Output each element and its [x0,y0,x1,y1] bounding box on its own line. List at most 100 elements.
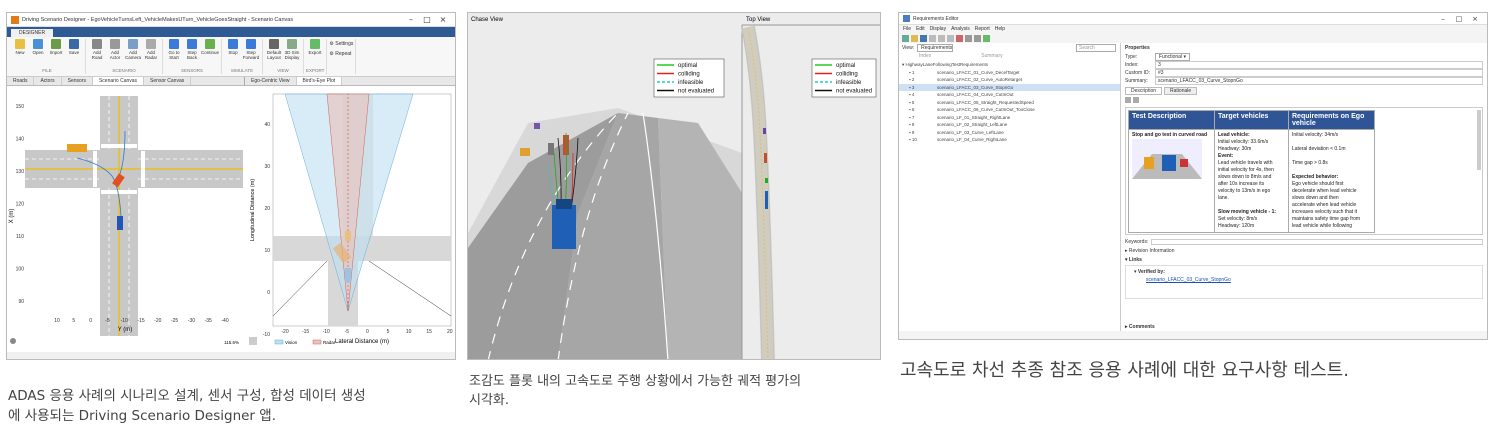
verification-link[interactable]: scenario_LFACC_03_Curve_StopnGo [1134,277,1474,283]
ego-requirements-line: maintains safety time gap from [1292,216,1361,222]
maximize-icon[interactable]: □ [1451,15,1467,23]
tab-ego-centric-view[interactable]: Ego-Centric View [245,77,297,85]
tree-item[interactable]: ▪ 1 scenario_LFACC_01_Curve_DecelTarget [899,69,1120,77]
import-icon [51,39,61,49]
tree-item[interactable]: ▪ 7 scenario_LF_01_Straight_RightLane [899,114,1120,122]
tool-button-add-radar[interactable]: Add Radar [142,39,160,68]
revision-section[interactable]: ▸ Revision Information [1125,247,1483,256]
tab-roads[interactable]: Roads [7,77,35,85]
tool-button-continue[interactable]: Continue [201,39,219,68]
export-icon [310,39,320,49]
properties-header[interactable]: Properties [1125,45,1483,53]
tree-item[interactable]: ▪ 10 scenario_LF_04_Curve_RightLane [899,136,1120,144]
settings-item-settings[interactable]: ⚙ Settings [329,41,353,47]
tab-bird-s-eye-plot[interactable]: Bird's-Eye Plot [296,77,343,85]
format-icon[interactable] [1133,97,1139,103]
tool-button-import[interactable]: Import [47,39,65,68]
chase-view-title: Chase View [471,17,504,23]
maximize-icon[interactable]: □ [419,15,435,24]
close-icon[interactable]: × [435,15,451,24]
tree-item[interactable]: ▪ 4 scenario_LFACC_04_Curve_CutInOut [899,91,1120,99]
3d-sim-display-icon [287,39,297,49]
settings-gear-icon[interactable] [10,338,16,344]
tool-button-step-forward[interactable]: Step Forward [242,39,260,68]
menu-edit[interactable]: Edit [916,26,925,32]
tab-actors[interactable]: Actors [34,77,62,85]
paste-icon[interactable] [947,34,954,42]
tree-item[interactable]: ▪ 6 scenario_LFACC_06_Curve_CutInOut_TooC… [899,106,1120,114]
view-select[interactable]: Requirements [917,44,954,52]
open-icon[interactable] [911,34,918,42]
tab-description[interactable]: Description [1125,87,1163,95]
prop-value[interactable]: #3 [1155,69,1483,77]
tool-button-new[interactable]: New [11,39,29,68]
trajectory-visualization-screenshot: Chase View optimal colliding infeasible … [467,12,881,360]
tool-button-add-camera[interactable]: Add Camera [124,39,142,68]
edit-icon[interactable] [1125,97,1131,103]
cut-icon[interactable] [929,34,936,42]
col-index[interactable]: Index [919,53,931,61]
tree-item[interactable]: ▪ 3 scenario_LFACC_03_Curve_StopnGo [899,83,1120,91]
menu-help[interactable]: Help [995,26,1005,32]
tool-button-label: Go to Start [168,50,180,60]
run-tests-icon[interactable] [983,34,990,42]
prop-value[interactable]: Functional ▾ [1155,53,1190,61]
doc-tabs-left: Roads Actors Sensors Scenario Canvas Sensor … [7,77,244,86]
tool-button-go-to-start[interactable]: Go to Start [165,39,183,68]
prop-value[interactable]: scenario_LFACC_03_Curve_StopnGo [1155,77,1483,85]
tree-item[interactable]: ▪ 2 scenario_LFACC_02_Curve_AutoRetarget [899,76,1120,84]
legend-toggle-icon[interactable] [249,337,257,345]
tool-button-label: Add Camera [124,50,141,60]
tool-group-buttons: New Open Import Save [11,39,83,68]
prop-value[interactable]: 3 [1155,61,1483,69]
tool-button-export[interactable]: Export [306,39,324,68]
tree-item[interactable]: ▪ 5 scenario_LFACC_05_Straight_RequestedS… [899,99,1120,107]
tab-sensors[interactable]: Sensors [62,77,93,85]
comments-header[interactable]: ▸ Comments [1125,323,1483,332]
close-icon[interactable]: × [1467,15,1483,23]
redo-icon[interactable] [974,34,981,42]
save-icon[interactable] [920,34,927,42]
canvas-y-tick-0: 150 [16,104,25,110]
minimize-icon[interactable]: – [403,15,419,24]
verified-by-label: ▾ Verified by: [1134,269,1165,275]
tool-button-default-layout[interactable]: Default Layout [265,39,283,68]
tool-button-add-road[interactable]: Add Road [88,39,106,68]
tab-rationale[interactable]: Rationale [1164,87,1198,95]
tool-button-stop[interactable]: Stop [224,39,242,68]
menu-analysis[interactable]: Analysis [951,26,970,32]
tool-button-add-actor[interactable]: Add Actor [106,39,124,68]
desc-tabs: Description Rationale [1125,87,1483,95]
links-header[interactable]: ▾ Links [1125,256,1483,265]
scenario-canvas-plot[interactable]: 150 140 130 120 110 100 90 10 5 0 -5 -10 -15 -20 -25 -… [7,86,245,352]
tool-button-step-back[interactable]: Step Back [183,39,201,68]
settings-item-repeat[interactable]: ⚙ Repeat [329,51,353,57]
tool-button-open[interactable]: Open [29,39,47,68]
tab-sensor-canvas[interactable]: Sensor Canvas [144,77,192,85]
continue-icon [205,39,215,49]
tree-item[interactable]: ▪ 8 scenario_LF_02_Straight_LeftLane [899,121,1120,129]
col-summary[interactable]: Summary [981,53,1002,61]
undo-icon[interactable] [965,34,972,42]
tree-root[interactable]: ▾ HighwayLaneFollowingTestRequirements [899,61,1120,69]
legend-label-not-evaluated: not evaluated [836,89,872,95]
description-editor[interactable]: Test Description Target vehicles Require… [1125,107,1483,235]
tool-button-save[interactable]: Save [65,39,83,68]
birds-eye-plot[interactable]: 40 30 20 10 0 -10 -20 -15 -10 -5 0 5 10 15 20 Lateral… [245,86,455,352]
delete-icon[interactable] [956,34,963,42]
menu-report[interactable]: Report [975,26,990,32]
search-input[interactable]: Search [1076,44,1116,52]
bep-xlabel: Lateral Distance (m) [335,339,389,345]
menu-display[interactable]: Display [930,26,946,32]
tool-button-3d-sim-display[interactable]: 3D Sim Display [283,39,301,68]
new-req-icon[interactable] [902,34,909,42]
scrollbar[interactable] [1477,110,1481,170]
tree-item[interactable]: ▪ 9 scenario_LF_03_Curve_LeftLane [899,129,1120,137]
target-vehicles-line: initial velocity for 4s, then [1218,167,1274,173]
copy-icon[interactable] [938,34,945,42]
keywords-input[interactable] [1151,239,1483,245]
menu-file[interactable]: File [903,26,911,32]
tab-scenario-canvas[interactable]: Scenario Canvas [92,77,145,85]
tab-designer[interactable]: DESIGNER [11,29,54,37]
minimize-icon[interactable]: – [1435,15,1451,23]
